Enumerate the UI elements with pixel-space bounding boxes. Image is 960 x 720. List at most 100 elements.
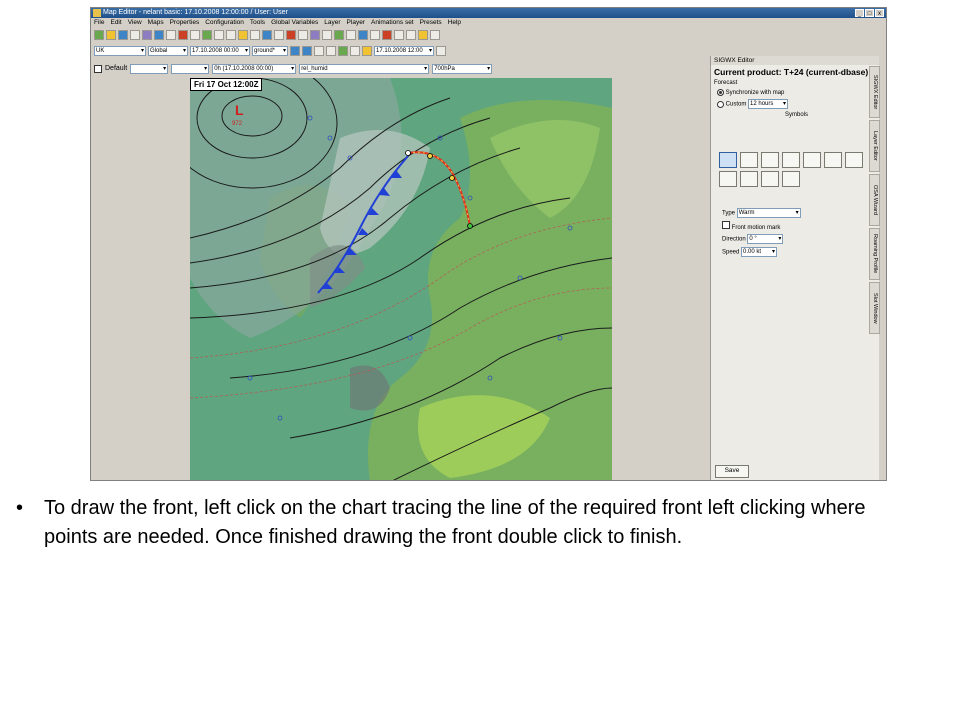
stop-icon[interactable] (358, 29, 368, 40)
speed-input[interactable]: 0.00 kt (741, 247, 778, 257)
weather-map[interactable]: L 972 Fri 17 Oct 12:00Z (190, 78, 612, 481)
menu-player[interactable]: Player (347, 18, 365, 27)
level-select[interactable]: ground* (252, 45, 288, 56)
pressure-level-select[interactable]: 700hPa (432, 63, 493, 74)
layer-icon[interactable] (142, 29, 152, 40)
symbol-icon[interactable] (178, 29, 188, 40)
custom-hours-select[interactable]: 12 hours (748, 99, 789, 110)
loop-icon[interactable] (338, 45, 348, 56)
trough-symbol-icon[interactable] (824, 152, 842, 168)
tab-roaming-profile[interactable]: Roaming Profile (869, 228, 880, 280)
animate-icon[interactable] (334, 29, 344, 40)
datetime2-select[interactable]: 17.10.2008 12:00 (374, 45, 434, 56)
tab-osa-wizard[interactable]: OSA Wizard (869, 174, 880, 226)
menu-configuration[interactable]: Configuration (205, 18, 244, 27)
front-point[interactable] (449, 175, 455, 181)
apply-icon[interactable] (436, 45, 446, 56)
front-point-end[interactable] (467, 223, 473, 229)
paste-icon[interactable] (406, 29, 416, 40)
menu-properties[interactable]: Properties (170, 18, 200, 27)
new-map-icon[interactable] (94, 29, 104, 40)
zoom-in-icon[interactable] (214, 29, 224, 40)
occluded-front-symbol-icon[interactable] (761, 152, 779, 168)
menu-presets[interactable]: Presets (420, 18, 442, 27)
menu-global-variables[interactable]: Global Variables (271, 18, 318, 27)
step-forward-icon[interactable] (302, 45, 312, 56)
custom-radio[interactable] (717, 100, 724, 108)
front-motion-checkbox[interactable] (722, 221, 730, 229)
last-frame-icon[interactable] (326, 45, 336, 56)
menu-maps[interactable]: Maps (148, 18, 164, 27)
datetime-select[interactable]: 17.10.2008 00:00 (190, 45, 250, 56)
jet-icon[interactable] (262, 29, 272, 40)
tab-layer-editor[interactable]: Layer Editor (869, 120, 880, 172)
menu-file[interactable]: File (94, 18, 104, 27)
cold-front-symbol-icon[interactable] (719, 152, 737, 168)
minimize-button[interactable]: _ (855, 9, 864, 17)
jet-stream-symbol-icon[interactable] (803, 152, 821, 168)
save-button[interactable]: Save (715, 465, 749, 478)
help-icon[interactable] (430, 29, 440, 40)
window-title: Map Editor - nelant basic: 17.10.2008 12… (103, 9, 288, 16)
front-point[interactable] (427, 153, 433, 159)
delete-icon[interactable] (382, 29, 392, 40)
preset-select[interactable] (130, 63, 169, 74)
model-select[interactable] (171, 63, 210, 74)
wind-icon[interactable] (166, 29, 176, 40)
projection-select[interactable]: Global (148, 45, 188, 56)
menu-edit[interactable]: Edit (110, 18, 121, 27)
warm-front-symbol-icon[interactable] (740, 152, 758, 168)
icing-symbol-icon[interactable] (761, 171, 779, 187)
settings-icon[interactable] (418, 29, 428, 40)
play-icon[interactable] (346, 29, 356, 40)
maximize-button[interactable]: □ (865, 9, 874, 17)
area-select[interactable]: UK (94, 45, 146, 56)
turbulence-symbol-icon[interactable] (719, 171, 737, 187)
direction-input[interactable]: 0 ° (747, 234, 784, 244)
menu-help[interactable]: Help (448, 18, 461, 27)
menu-animations-set[interactable]: Animations set (371, 18, 414, 27)
zoom-out-icon[interactable] (226, 29, 236, 40)
front-point-start[interactable] (405, 150, 411, 156)
bullet-icon: • (16, 497, 24, 519)
tab-slot-window[interactable]: Slot Window (869, 282, 880, 334)
text-icon[interactable] (190, 29, 200, 40)
close-button[interactable]: x (875, 9, 884, 17)
copy-icon[interactable] (394, 29, 404, 40)
cloud-area-symbol-icon[interactable] (740, 171, 758, 187)
front-type-select[interactable]: Warm (736, 208, 801, 218)
humid-area-core (310, 245, 365, 308)
print-icon[interactable] (130, 29, 140, 40)
squall-line-symbol-icon[interactable] (845, 152, 863, 168)
symbols-group-label: Symbols (784, 112, 808, 119)
step-back-icon[interactable] (290, 45, 300, 56)
alert-icon[interactable] (286, 29, 296, 40)
open-icon[interactable] (106, 29, 116, 40)
camera-icon[interactable] (350, 45, 360, 56)
station-icon[interactable] (202, 29, 212, 40)
export-icon[interactable] (370, 29, 380, 40)
menu-view[interactable]: View (128, 18, 142, 27)
folder-icon[interactable] (362, 45, 372, 56)
menu-tools[interactable]: Tools (250, 18, 265, 27)
stationary-front-symbol-icon[interactable] (782, 152, 800, 168)
contour-icon[interactable] (154, 29, 164, 40)
forecast-select[interactable]: 0h (17.10.2008 00:00) (212, 63, 297, 74)
parameter-select[interactable]: rel_humid (299, 63, 430, 74)
refresh-icon[interactable] (298, 29, 308, 40)
default-checkbox[interactable] (94, 64, 102, 73)
sync-label: Synchronize with map (725, 90, 785, 97)
sync-radio[interactable] (717, 89, 724, 96)
tab-sigwx-editor[interactable]: SIGWX Editor (869, 66, 880, 118)
cloud-icon[interactable] (238, 29, 248, 40)
cb-symbol-icon[interactable] (782, 171, 800, 187)
first-frame-icon[interactable] (314, 45, 324, 56)
menu-layer[interactable]: Layer (324, 18, 340, 27)
radar-icon[interactable] (310, 29, 320, 40)
grid-icon[interactable] (274, 29, 284, 40)
symbol-palette (719, 152, 867, 187)
map-canvas[interactable]: L 972 (190, 78, 612, 481)
front-icon[interactable] (250, 29, 260, 40)
save-icon[interactable] (118, 29, 128, 40)
satellite-icon[interactable] (322, 29, 332, 40)
